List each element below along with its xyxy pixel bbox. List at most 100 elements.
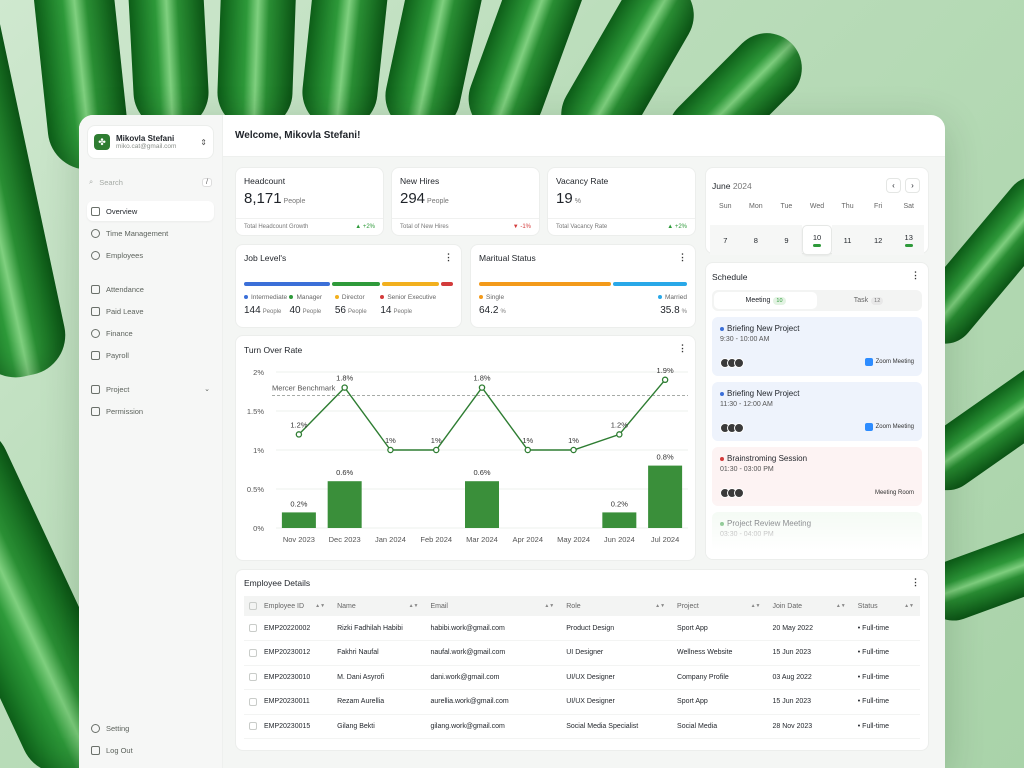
table-cell: 20 May 2022 — [766, 616, 852, 641]
column-header[interactable]: Name ▲▼ — [331, 596, 425, 616]
more-icon[interactable]: ⋮ — [911, 578, 920, 587]
line-point — [478, 384, 486, 391]
line-point — [432, 446, 440, 454]
sort-icon[interactable]: ▲▼ — [836, 603, 846, 609]
search-input[interactable]: Search — [99, 178, 123, 187]
schedule-event[interactable]: Brainstroming Session 01:30 - 03:00 PM Mee… — [712, 447, 922, 506]
row-checkbox[interactable] — [249, 722, 257, 731]
more-icon[interactable]: ⋮ — [678, 344, 687, 353]
line-label: 1.8% — [473, 374, 490, 383]
card-title: Job Level's — [244, 253, 287, 263]
calendar-date[interactable]: 10 — [801, 225, 833, 255]
sidebar-item-overview[interactable]: Overview — [87, 201, 214, 221]
y-tick-label: 1% — [253, 446, 264, 455]
column-header[interactable]: Employee ID ▲▼ — [257, 596, 332, 616]
status-label: Full-time — [862, 698, 890, 706]
table-row[interactable]: EMP20230015 Gilang Bekti gilang.work@gmail… — [244, 714, 920, 739]
column-header[interactable]: Status ▲▼ — [851, 596, 920, 616]
stat-foot-label: Total Headcount Growth — [244, 224, 309, 230]
user-switcher[interactable]: ✤ Mikovla Stefani miko.cat@gmail.com ⇕ — [87, 125, 214, 159]
row-checkbox[interactable] — [249, 624, 257, 632]
sidebar-item-finance[interactable]: Finance — [87, 323, 214, 343]
line-point — [387, 446, 394, 454]
search-box[interactable]: ⌕ Search / — [87, 173, 214, 191]
turnover-chart-card: Turn Over Rate ⋮ 0% 0.5% 1% 1.5% 2% Mercer Be… — [235, 335, 696, 561]
column-label: Join Date — [772, 602, 803, 610]
gear-icon — [91, 723, 100, 733]
sort-icon[interactable]: ▲▼ — [655, 603, 665, 609]
sidebar-item-project[interactable]: Project ⌄ — [87, 379, 214, 399]
briefcase-icon — [91, 306, 100, 316]
table-cell: UI/UX Designer — [560, 689, 672, 715]
sidebar-item-logout[interactable]: Log Out — [87, 740, 214, 760]
table-row[interactable]: EMP20230011 Rezam Aurellia aurellia.work@g… — [244, 689, 920, 715]
sidebar-item-employees[interactable]: Employees — [87, 245, 214, 265]
zoom-icon — [864, 423, 873, 431]
row-checkbox[interactable] — [249, 697, 257, 706]
chevron-updown-icon[interactable]: ⇕ — [200, 138, 207, 147]
tab-task[interactable]: Task 12 — [817, 292, 920, 309]
column-label: Name — [337, 602, 356, 610]
calendar-year: 2024 — [732, 180, 752, 191]
sidebar-item-payroll[interactable]: Payroll — [87, 345, 214, 365]
table-cell: EMP20230011 — [257, 689, 332, 715]
sidebar-item-time-management[interactable]: Time Management — [87, 223, 214, 243]
more-icon[interactable]: ⋮ — [911, 271, 920, 280]
legend-value: 64.2 — [479, 305, 499, 316]
calendar-date[interactable]: 13 — [893, 225, 924, 255]
row-checkbox[interactable] — [249, 648, 257, 657]
calendar-date[interactable]: 8 — [740, 225, 772, 255]
column-header[interactable]: Project ▲▼ — [671, 596, 767, 616]
column-label: Employee ID — [263, 602, 305, 610]
x-tick-label: Apr 2024 — [513, 535, 543, 544]
legend-unit: People — [262, 309, 282, 315]
sort-icon[interactable]: ▲▼ — [315, 603, 325, 609]
calendar-date[interactable]: 11 — [832, 225, 863, 255]
chevron-left-icon[interactable]: ‹ — [886, 178, 901, 193]
table-row[interactable]: EMP20220002 Rizki Fadhilah Habibi habibi.w… — [244, 616, 920, 641]
sort-icon[interactable]: ▲▼ — [751, 603, 761, 609]
table-row[interactable]: EMP20230010 M. Dani Asyrofi dani.work@gmai… — [244, 665, 920, 690]
bar — [327, 481, 362, 528]
schedule-event[interactable]: Briefing New Project 9:30 - 10:00 AM Zoom … — [712, 317, 922, 376]
sidebar-item-setting[interactable]: Setting — [87, 718, 214, 738]
more-icon[interactable]: ⋮ — [678, 253, 687, 262]
calendar-date[interactable]: 12 — [862, 225, 894, 255]
sidebar-item-permission[interactable]: Permission — [87, 401, 214, 421]
sort-icon[interactable]: ▲▼ — [904, 603, 914, 609]
chevron-right-icon[interactable]: › — [905, 178, 920, 193]
row-checkbox[interactable] — [249, 673, 257, 682]
select-all-checkbox[interactable] — [249, 602, 257, 610]
fade-overlay — [706, 499, 928, 559]
bar-label: 0.6% — [473, 468, 490, 477]
sidebar-item-attendance[interactable]: Attendance — [87, 279, 214, 299]
table-row[interactable]: EMP20230012 Fakhri Naufal naufal.work@gmai… — [244, 640, 920, 666]
column-header[interactable]: Role ▲▼ — [560, 596, 672, 616]
table-cell: Social Media — [671, 714, 767, 739]
column-header[interactable]: Email ▲▼ — [424, 596, 561, 616]
calendar-weekday: Sat — [903, 203, 914, 210]
sort-icon[interactable]: ▲▼ — [544, 603, 554, 609]
calendar-date[interactable]: 9 — [771, 225, 802, 255]
legend-unit: % — [500, 309, 506, 315]
legend-value: 35.8 — [660, 305, 680, 316]
trend-up-icon: ▲ — [667, 224, 674, 230]
chevron-down-icon: ⌄ — [204, 386, 210, 393]
sort-icon[interactable]: ▲▼ — [409, 603, 419, 609]
stat-label: New Hires — [400, 176, 440, 186]
table-cell: UI Designer — [560, 640, 672, 666]
sidebar-item-paid-leave[interactable]: Paid Leave — [87, 301, 214, 321]
table-cell: 03 Aug 2022 — [766, 665, 852, 690]
user-email: miko.cat@gmail.com — [116, 143, 177, 150]
more-icon[interactable]: ⋮ — [444, 253, 453, 262]
column-label: Email — [430, 602, 448, 610]
legend-label: Director — [341, 294, 365, 301]
tab-meeting[interactable]: Meeting 10 — [714, 292, 817, 309]
calendar-date[interactable]: 7 — [710, 225, 741, 255]
bar — [648, 465, 683, 528]
line-point — [570, 446, 577, 454]
column-header[interactable]: Join Date ▲▼ — [766, 596, 852, 616]
event-title: Briefing New Project — [727, 389, 800, 398]
schedule-event[interactable]: Briefing New Project 11:30 - 12:00 AM Zoom… — [712, 382, 922, 441]
status-label: Full-time — [862, 649, 890, 657]
